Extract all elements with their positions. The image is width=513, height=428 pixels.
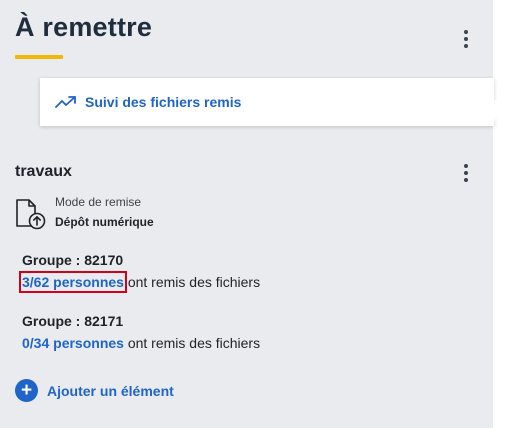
dot [464, 164, 468, 168]
assignment-more-menu-icon[interactable] [457, 160, 475, 186]
group-submission-status: 3/62 personnes ont remis des fichiers [19, 271, 261, 293]
assignment-title: travaux [15, 163, 72, 180]
dot [464, 37, 468, 41]
page-title: À remettre [15, 12, 153, 42]
plus-circle-icon: + [15, 379, 38, 402]
tracking-link[interactable]: Suivi des fichiers remis [85, 94, 241, 110]
dot [464, 178, 468, 182]
submissions-panel: À remettre Suivi des fichiers remis trav… [0, 0, 504, 428]
dot [464, 44, 468, 48]
dot [464, 30, 468, 34]
file-upload-icon [16, 199, 46, 230]
group-submission-status: 0/34 personnes ont remis des fichiers [22, 335, 260, 351]
add-item-button[interactable]: + Ajouter un élément [15, 379, 174, 402]
submission-mode-value: Dépôt numérique [55, 215, 154, 229]
trending-up-icon [55, 96, 76, 108]
add-item-label: Ajouter un élément [47, 382, 174, 399]
people-count-link[interactable]: 3/62 personnes [19, 271, 127, 293]
submission-status-text: ont remis des fichiers [123, 274, 261, 290]
submission-mode-label: Mode de remise [55, 195, 142, 209]
dot [464, 171, 468, 175]
group-title: Groupe : 82170 [22, 252, 124, 268]
tracking-tooltip[interactable]: Suivi des fichiers remis [40, 78, 504, 126]
title-underline [15, 55, 63, 59]
header-more-menu-icon[interactable] [457, 26, 475, 52]
submission-status-text: ont remis des fichiers [123, 335, 261, 351]
tooltip-arrow [494, 100, 504, 122]
people-count-link[interactable]: 0/34 personnes [22, 335, 124, 351]
group-title: Groupe : 82171 [22, 313, 124, 329]
